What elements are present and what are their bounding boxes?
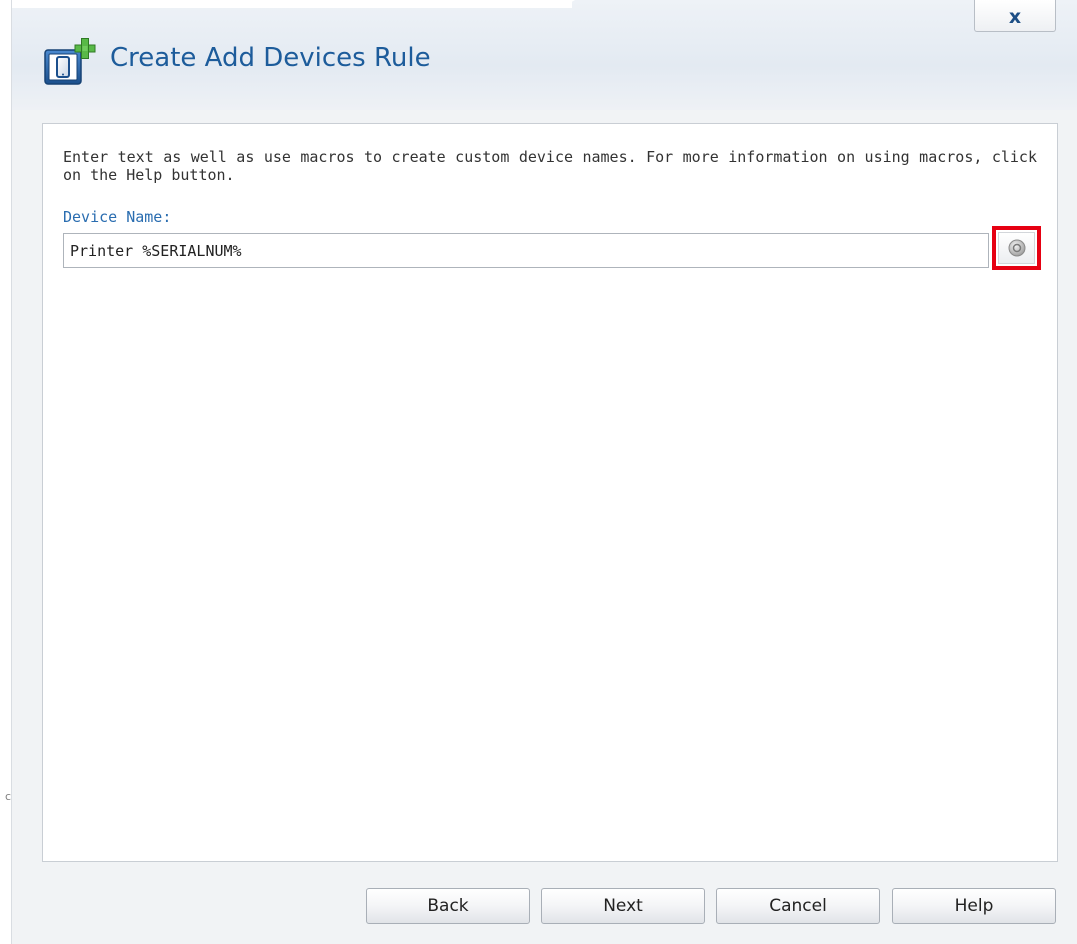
cancel-button[interactable]: Cancel <box>716 888 880 924</box>
content-panel: Enter text as well as use macros to crea… <box>42 123 1058 862</box>
create-add-devices-rule-dialog: x Create Add Devices Rule Enter text as … <box>12 0 1077 944</box>
help-button[interactable]: Help <box>892 888 1056 924</box>
background-stray-text: c <box>5 790 12 803</box>
back-button[interactable]: Back <box>366 888 530 924</box>
next-button[interactable]: Next <box>541 888 705 924</box>
macro-button[interactable] <box>992 226 1041 270</box>
add-device-icon <box>44 38 96 85</box>
close-button[interactable]: x <box>974 0 1056 32</box>
background-window-edge: c <box>0 0 12 944</box>
dialog-title: Create Add Devices Rule <box>110 43 431 73</box>
macro-selector-icon <box>1008 239 1025 257</box>
device-name-label: Device Name: <box>63 208 172 226</box>
close-icon: x <box>1008 5 1022 28</box>
page: c x Create Add Devices Rule Enter text a… <box>0 0 1077 944</box>
macro-button-inner <box>998 232 1035 264</box>
instructions-text: Enter text as well as use macros to crea… <box>63 148 1037 184</box>
device-name-input[interactable] <box>63 233 989 268</box>
